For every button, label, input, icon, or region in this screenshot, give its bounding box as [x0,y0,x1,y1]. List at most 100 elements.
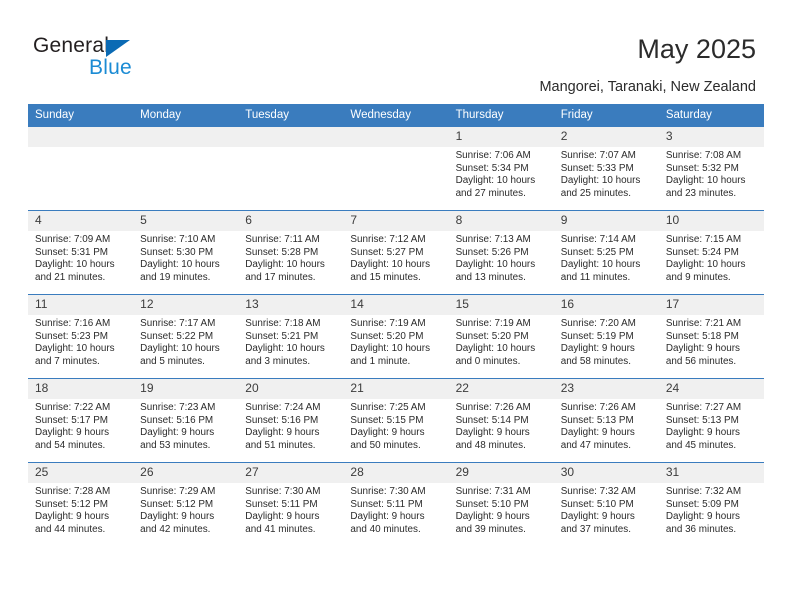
calendar-day-cell[interactable]: 27 Sunrise: 7:30 AM Sunset: 5:11 PM Dayligh… [238,462,344,546]
calendar-day-cell[interactable]: 23 Sunrise: 7:26 AM Sunset: 5:13 PM Dayligh… [553,378,659,463]
calendar-day-cell[interactable]: 9 Sunrise: 7:14 AM Sunset: 5:25 PM Daylight… [553,210,659,295]
weekday-header-monday: Monday [133,104,239,127]
day-number: 23 [553,379,659,399]
day-number: 25 [28,463,134,483]
day-number: 10 [658,211,764,231]
calendar-day-cell[interactable]: 30 Sunrise: 7:32 AM Sunset: 5:10 PM Dayligh… [553,462,659,546]
calendar-day-cell[interactable]: 4 Sunrise: 7:09 AM Sunset: 5:31 PM Daylight… [28,210,134,295]
calendar-day-cell[interactable]: 21 Sunrise: 7:25 AM Sunset: 5:15 PM Dayligh… [343,378,449,463]
calendar-day-cell-empty [28,127,134,211]
calendar-day-cell[interactable]: 12 Sunrise: 7:17 AM Sunset: 5:22 PM Dayligh… [133,294,239,379]
daylight-duration: Daylight: 9 hours and 50 minutes. [350,427,425,451]
sunset-time: Sunset: 5:10 PM [560,498,634,510]
calendar-day-cell-empty [133,127,239,211]
calendar-day-cell[interactable]: 8 Sunrise: 7:13 AM Sunset: 5:26 PM Daylight… [448,210,554,295]
day-sun-info: Sunrise: 7:24 AM Sunset: 5:16 PM Daylight:… [238,399,343,452]
calendar-day-cell[interactable]: 13 Sunrise: 7:18 AM Sunset: 5:21 PM Dayligh… [238,294,344,379]
calendar-day-cell[interactable]: 11 Sunrise: 7:16 AM Sunset: 5:23 PM Dayligh… [28,294,134,379]
calendar-day-cell[interactable]: 31 Sunrise: 7:32 AM Sunset: 5:09 PM Dayligh… [658,462,764,546]
calendar-day-cell[interactable]: 28 Sunrise: 7:30 AM Sunset: 5:11 PM Dayligh… [343,462,449,546]
sunrise-time: Sunrise: 7:26 AM [455,402,531,413]
calendar-day-cell[interactable]: 1 Sunrise: 7:06 AM Sunset: 5:34 PM Daylight… [448,127,554,211]
day-sun-info: Sunrise: 7:20 AM Sunset: 5:19 PM Daylight:… [554,315,659,368]
calendar-day-cell[interactable]: 22 Sunrise: 7:26 AM Sunset: 5:14 PM Dayligh… [448,378,554,463]
calendar-day-cell[interactable]: 6 Sunrise: 7:11 AM Sunset: 5:28 PM Daylight… [238,210,344,295]
day-sun-info: Sunrise: 7:22 AM Sunset: 5:17 PM Daylight:… [28,399,133,452]
calendar-day-cell[interactable]: 24 Sunrise: 7:27 AM Sunset: 5:13 PM Dayligh… [658,378,764,463]
sunrise-sunset-calendar: Sunday Monday Tuesday Wednesday Thursday… [28,104,764,546]
weekday-header-thursday: Thursday [448,104,554,127]
calendar-day-cell[interactable]: 3 Sunrise: 7:08 AM Sunset: 5:32 PM Daylight… [658,127,764,211]
sunrise-time: Sunrise: 7:09 AM [35,234,111,245]
day-sun-info: Sunrise: 7:09 AM Sunset: 5:31 PM Daylight:… [28,231,133,284]
sunrise-time: Sunrise: 7:12 AM [350,234,426,245]
calendar-day-cell-empty [238,127,344,211]
calendar-day-cell[interactable]: 16 Sunrise: 7:20 AM Sunset: 5:19 PM Dayligh… [553,294,659,379]
day-sun-info: Sunrise: 7:29 AM Sunset: 5:12 PM Daylight:… [133,483,238,536]
sunrise-time: Sunrise: 7:32 AM [560,486,636,497]
sunset-time: Sunset: 5:24 PM [665,246,739,258]
daylight-duration: Daylight: 9 hours and 54 minutes. [35,427,110,451]
day-sun-info: Sunrise: 7:16 AM Sunset: 5:23 PM Daylight:… [28,315,133,368]
daylight-duration: Daylight: 10 hours and 17 minutes. [245,259,325,283]
day-sun-info: Sunrise: 7:06 AM Sunset: 5:34 PM Daylight:… [449,147,554,200]
general-blue-logo[interactable]: General Blue [33,34,193,82]
calendar-day-cell[interactable]: 18 Sunrise: 7:22 AM Sunset: 5:17 PM Dayligh… [28,378,134,463]
sunset-time: Sunset: 5:30 PM [140,246,214,258]
calendar-day-cell[interactable]: 26 Sunrise: 7:29 AM Sunset: 5:12 PM Dayligh… [133,462,239,546]
calendar-day-cell[interactable]: 7 Sunrise: 7:12 AM Sunset: 5:27 PM Daylight… [343,210,449,295]
calendar-week-row: 18 Sunrise: 7:22 AM Sunset: 5:17 PM Dayligh… [28,378,764,463]
daylight-duration: Daylight: 9 hours and 44 minutes. [35,511,110,535]
day-sun-info: Sunrise: 7:23 AM Sunset: 5:16 PM Daylight:… [133,399,238,452]
day-sun-info: Sunrise: 7:08 AM Sunset: 5:32 PM Daylight:… [659,147,764,200]
calendar-page: General Blue May 2025 Mangorei, Taranaki… [0,0,792,612]
day-sun-info: Sunrise: 7:28 AM Sunset: 5:12 PM Daylight:… [28,483,133,536]
day-number: 31 [658,463,764,483]
daylight-duration: Daylight: 10 hours and 25 minutes. [560,175,641,199]
daylight-duration: Daylight: 10 hours and 0 minutes. [455,343,536,367]
calendar-day-cell[interactable]: 29 Sunrise: 7:31 AM Sunset: 5:10 PM Dayligh… [448,462,554,546]
daylight-duration: Daylight: 9 hours and 40 minutes. [350,511,425,535]
day-number: 20 [238,379,344,399]
day-sun-info: Sunrise: 7:25 AM Sunset: 5:15 PM Daylight:… [343,399,448,452]
day-sun-info: Sunrise: 7:15 AM Sunset: 5:24 PM Daylight:… [659,231,764,284]
calendar-day-cell[interactable]: 19 Sunrise: 7:23 AM Sunset: 5:16 PM Dayligh… [133,378,239,463]
sunset-time: Sunset: 5:14 PM [455,414,529,426]
sunset-time: Sunset: 5:12 PM [35,498,109,510]
day-sun-info: Sunrise: 7:07 AM Sunset: 5:33 PM Daylight:… [554,147,659,200]
day-sun-info: Sunrise: 7:26 AM Sunset: 5:13 PM Daylight:… [554,399,659,452]
calendar-day-cell[interactable]: 2 Sunrise: 7:07 AM Sunset: 5:33 PM Daylight… [553,127,659,211]
day-sun-info: Sunrise: 7:30 AM Sunset: 5:11 PM Daylight:… [238,483,343,536]
daylight-duration: Daylight: 9 hours and 37 minutes. [560,511,635,535]
calendar-week-row: 1 Sunrise: 7:06 AM Sunset: 5:34 PM Daylight… [28,127,764,211]
day-number: 17 [658,295,764,315]
day-sun-info: Sunrise: 7:32 AM Sunset: 5:09 PM Daylight:… [659,483,764,536]
daylight-duration: Daylight: 9 hours and 56 minutes. [665,343,740,367]
sunrise-time: Sunrise: 7:27 AM [665,402,742,413]
day-number: 19 [133,379,239,399]
calendar-day-cell[interactable]: 15 Sunrise: 7:19 AM Sunset: 5:20 PM Dayligh… [448,294,554,379]
day-number: 4 [28,211,134,231]
calendar-day-cell[interactable]: 10 Sunrise: 7:15 AM Sunset: 5:24 PM Dayligh… [658,210,764,295]
page-title: May 2025 [637,34,756,64]
triangle-icon [106,40,130,57]
calendar-day-cell[interactable]: 25 Sunrise: 7:28 AM Sunset: 5:12 PM Dayligh… [28,462,134,546]
day-sun-info: Sunrise: 7:17 AM Sunset: 5:22 PM Daylight:… [133,315,238,368]
sunset-time: Sunset: 5:22 PM [140,330,214,342]
sunset-time: Sunset: 5:18 PM [665,330,739,342]
sunrise-time: Sunrise: 7:13 AM [455,234,531,245]
calendar-day-cell[interactable]: 17 Sunrise: 7:21 AM Sunset: 5:18 PM Dayligh… [658,294,764,379]
sunset-time: Sunset: 5:16 PM [245,414,319,426]
calendar-day-cell[interactable]: 5 Sunrise: 7:10 AM Sunset: 5:30 PM Daylight… [133,210,239,295]
sunrise-time: Sunrise: 7:31 AM [455,486,531,497]
sunrise-time: Sunrise: 7:15 AM [665,234,742,245]
day-number: 5 [133,211,239,231]
calendar-day-cell[interactable]: 20 Sunrise: 7:24 AM Sunset: 5:16 PM Dayligh… [238,378,344,463]
sunrise-time: Sunrise: 7:19 AM [350,318,426,329]
sunrise-time: Sunrise: 7:06 AM [455,150,531,161]
day-number [343,127,449,147]
day-sun-info: Sunrise: 7:32 AM Sunset: 5:10 PM Daylight:… [554,483,659,536]
calendar-day-cell-empty [343,127,449,211]
weekday-header-friday: Friday [553,104,659,127]
calendar-day-cell[interactable]: 14 Sunrise: 7:19 AM Sunset: 5:20 PM Dayligh… [343,294,449,379]
